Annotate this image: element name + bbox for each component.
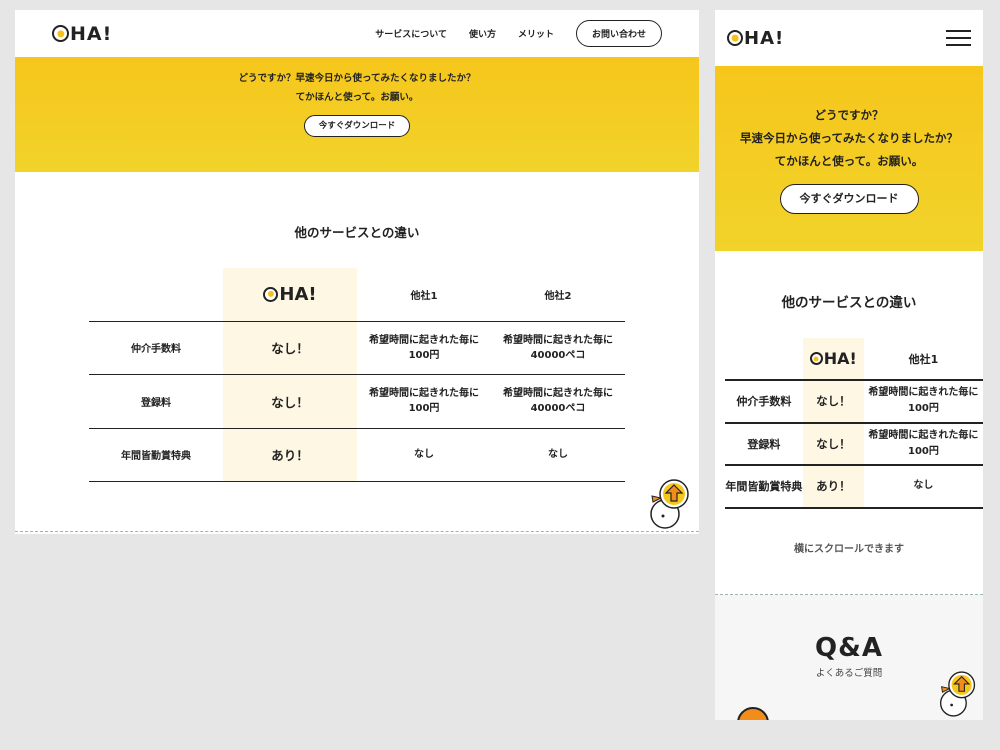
download-banner: どうですか？ 早速今日から使ってみたくなりましたか？ てかほんと使って。お願い。… <box>715 66 983 251</box>
row-label: 仲介手数料 <box>89 320 223 375</box>
qa-title: Q&A <box>815 633 883 663</box>
download-button[interactable]: 今すぐダウンロード <box>779 184 919 214</box>
mobile-header: HA! <box>715 10 983 66</box>
table-row: 登録料 なし！ 希望時間に起きれた毎に 100円 <box>725 421 983 465</box>
contact-button[interactable]: お問い合わせ <box>575 20 662 47</box>
oha-cell: なし！ <box>223 374 357 428</box>
nav-item-usage[interactable]: 使い方 <box>469 27 496 40</box>
banner-line: てかほんと使って。お願い。 <box>295 92 419 103</box>
download-button[interactable]: 今すぐダウンロード <box>303 115 411 137</box>
banner-line: 早速今日から使ってみたくなりましたか？ <box>740 131 958 145</box>
other2-cell: 希望時間に起きれた毎に 40000ペコ <box>491 374 625 428</box>
table-corner <box>725 338 803 380</box>
section-divider <box>15 531 699 532</box>
oha-table-logo: HA! <box>263 284 317 305</box>
other1-cell: なし <box>863 464 983 509</box>
desktop-header: HA! サービスについて 使い方 メリット お問い合わせ <box>15 10 699 57</box>
oha-table-logo: HA! <box>809 349 857 368</box>
banner-line: どうですか？早速今日から使ってみたくなりましたか？ <box>238 73 476 84</box>
comparison-title: 他のサービスとの違い <box>781 295 917 311</box>
egg-logo-icon <box>52 25 69 42</box>
oha-logo[interactable]: HA! <box>52 23 112 45</box>
egg-logo-icon <box>809 352 823 365</box>
nav-item-service[interactable]: サービスについて <box>375 27 447 40</box>
table-corner <box>89 268 223 321</box>
egg-logo-icon <box>263 286 279 302</box>
mobile-preview: HA! どうですか？ 早速今日から使ってみたくなりましたか？ てかほんと使って。… <box>715 10 983 720</box>
other2-cell: 希望時間に起きれた毎に 40000ペコ <box>491 320 625 375</box>
table-row: 仲介手数料 なし！ 希望時間に起きれた毎に 100円 希望時間に起きれた毎に 400… <box>89 320 625 375</box>
oha-cell: なし！ <box>223 320 357 375</box>
banner-line: どうですか？ <box>814 108 884 122</box>
oha-logo[interactable]: HA! <box>727 28 784 49</box>
oha-cell: あり！ <box>802 464 864 509</box>
table-row: 登録料 なし！ 希望時間に起きれた毎に 100円 希望時間に起きれた毎に 40000… <box>89 374 625 428</box>
other1-cell: 希望時間に起きれた毎に 100円 <box>357 374 491 428</box>
nav-item-merit[interactable]: メリット <box>518 27 554 40</box>
other1-cell: なし <box>357 427 491 482</box>
table-row: 年間皆勤賞特典 あり！ なし なし <box>89 427 625 482</box>
egg-logo-icon <box>727 30 743 46</box>
column-header-other1: 他社1 <box>908 352 939 366</box>
oha-cell: あり！ <box>223 427 357 482</box>
row-label: 仲介手数料 <box>725 379 803 423</box>
back-to-top-mascot-icon[interactable] <box>647 478 693 530</box>
comparison-table[interactable]: HA! 他社1 仲介手数料 なし！ 希望時間に起きれた毎に 100円 登録料 なし… <box>725 338 983 509</box>
row-label: 登録料 <box>725 421 803 465</box>
column-header-oha: HA! <box>223 268 357 321</box>
banner-line: てかほんと使って。お願い。 <box>774 154 924 168</box>
hamburger-menu-icon[interactable] <box>946 30 971 46</box>
row-label: 年間皆勤賞特典 <box>89 427 223 482</box>
column-header-oha: HA! <box>802 338 864 380</box>
row-label: 年間皆勤賞特典 <box>725 464 803 509</box>
other1-cell: 希望時間に起きれた毎に 100円 <box>863 421 983 465</box>
oha-cell: なし！ <box>802 421 864 465</box>
oha-cell: なし！ <box>802 379 864 423</box>
table-row: 仲介手数料 なし！ 希望時間に起きれた毎に 100円 <box>725 379 983 423</box>
scroll-hint: 横にスクロールできます <box>794 544 904 555</box>
comparison-title: 他のサービスとの違い <box>294 225 420 240</box>
column-header-other2: 他社2 <box>544 290 572 302</box>
table-row: 年間皆勤賞特典 あり！ なし <box>725 464 983 509</box>
column-header-other1: 他社1 <box>410 290 438 302</box>
other2-cell: なし <box>491 427 625 482</box>
row-label: 登録料 <box>89 374 223 428</box>
question-badge-icon <box>737 707 769 720</box>
other1-cell: 希望時間に起きれた毎に 100円 <box>357 320 491 375</box>
other1-cell: 希望時間に起きれた毎に 100円 <box>863 379 983 423</box>
download-banner: どうですか？早速今日から使ってみたくなりましたか？ てかほんと使って。お願い。 … <box>15 57 699 172</box>
back-to-top-mascot-icon[interactable] <box>937 670 979 718</box>
comparison-table: HA! 他社1 他社2 仲介手数料 なし！ 希望時間に起きれた毎に 100円 希望… <box>89 268 625 482</box>
main-nav: サービスについて 使い方 メリット お問い合わせ <box>375 20 662 47</box>
desktop-preview: HA! サービスについて 使い方 メリット お問い合わせ どうですか？早速今日か… <box>15 10 699 534</box>
